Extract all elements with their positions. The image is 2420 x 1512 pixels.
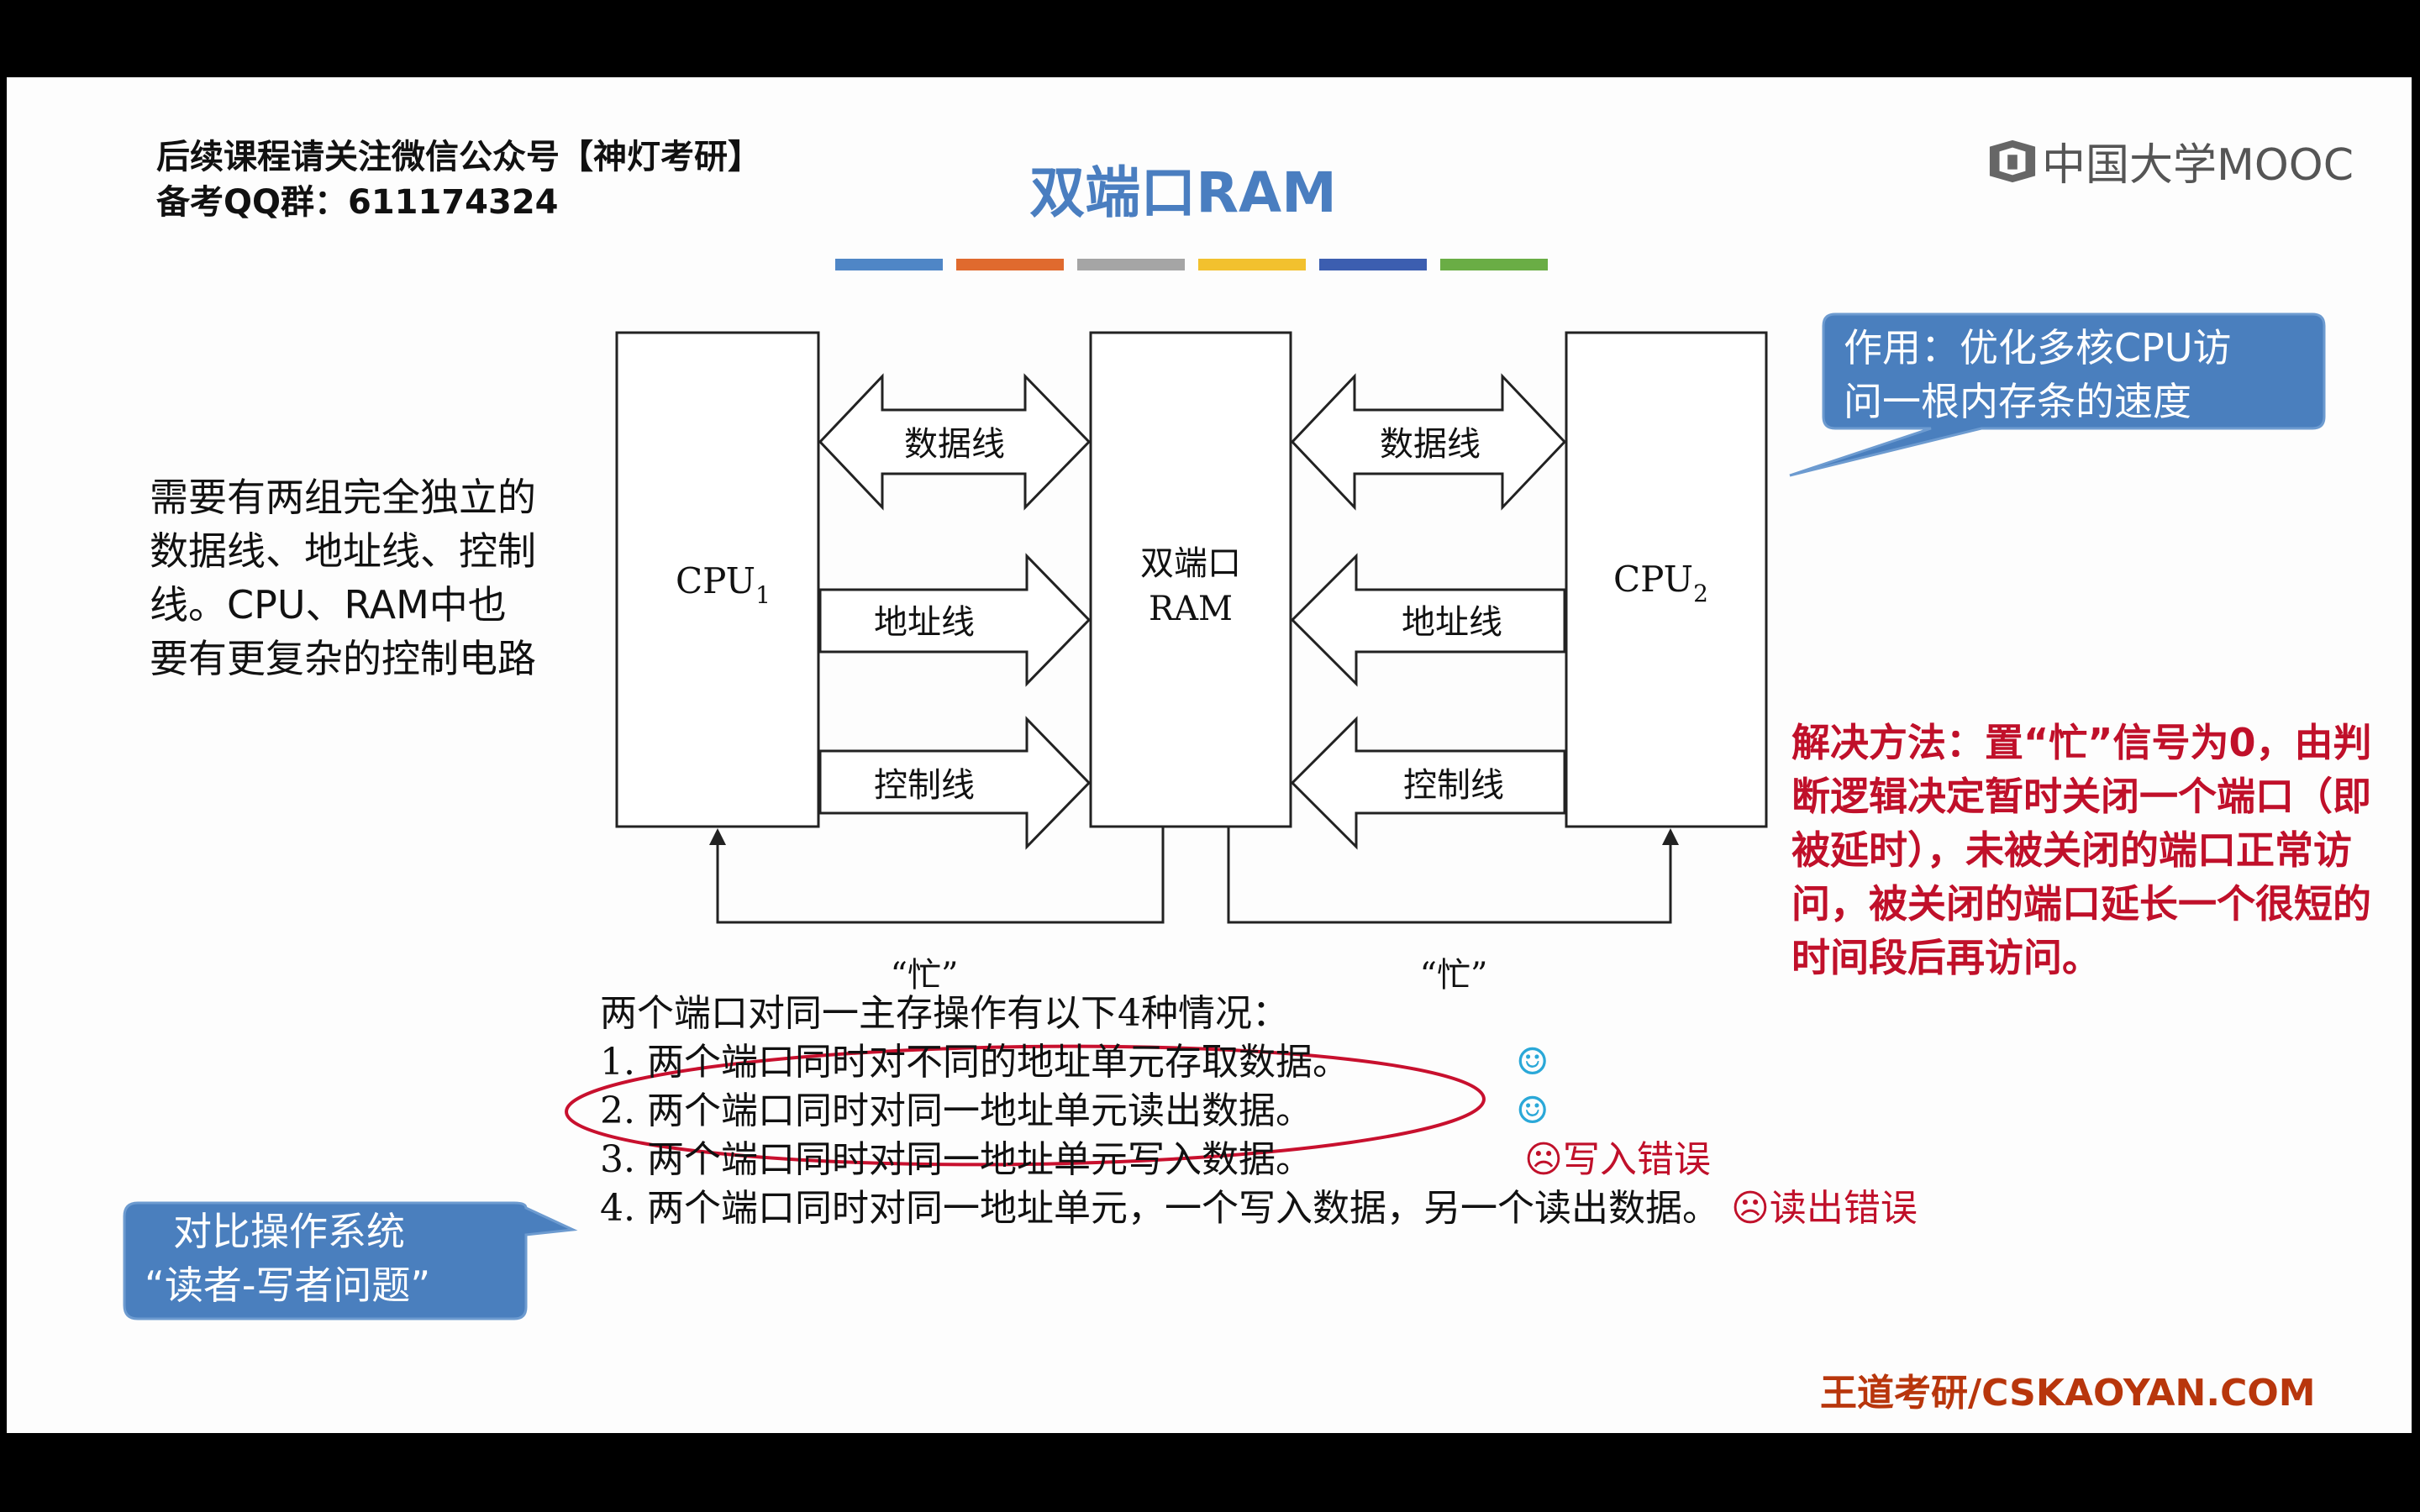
cases-list: 两个端口对同一主存操作有以下4种情况： 1. 两个端口同时对不同的地址单元存取数… [600, 990, 1918, 1233]
busy-line-right [1227, 827, 1672, 924]
busy-arrowhead-right [1662, 828, 1679, 845]
frown-icon: ☹ [1730, 1187, 1770, 1230]
case-2: 2. 两个端口同时对同一地址单元读出数据。 ☺ [600, 1087, 1918, 1136]
smile-icon: ☺ [1516, 1041, 1549, 1084]
left-data-line-label: 数据线 [904, 425, 1005, 464]
case-3: 3. 两个端口同时对同一地址单元写入数据。 ☹写入错误 [600, 1136, 1918, 1184]
read-error-note: ☹读出错误 [1730, 1187, 1918, 1230]
case-1: 1. 两个端口同时对不同的地址单元存取数据。 ☺ [600, 1038, 1918, 1087]
solution-text: 解决方法：置“忙”信号为0，由判断逻辑决定暂时关闭一个端口（即被延时），未被关闭… [1791, 720, 2372, 980]
case-4: 4. 两个端口同时对同一地址单元，一个写入数据，另一个读出数据。 ☹读出错误 [600, 1187, 1918, 1230]
busy-line-left [716, 827, 1165, 924]
right-control-line-label: 控制线 [1403, 766, 1504, 805]
ram-label-line1: 双端口 [1140, 544, 1241, 583]
ram-label-line2: RAM [1149, 590, 1233, 628]
callout-top-line2: 问一根内存条的速度 [1844, 379, 2191, 424]
busy-arrowhead-left [709, 828, 726, 845]
right-address-line-label: 地址线 [1402, 603, 1502, 642]
callout-bottom-line2: “读者-写者问题” [145, 1263, 431, 1308]
frown-icon: ☹ [1524, 1138, 1563, 1181]
right-data-line-label: 数据线 [1380, 425, 1481, 464]
callout-top-line1: 作用：优化多核CPU访 [1844, 325, 2232, 370]
left-address-line-label: 地址线 [874, 603, 975, 642]
left-control-line-label: 控制线 [874, 766, 975, 805]
cases-intro: 两个端口对同一主存操作有以下4种情况： [600, 992, 1289, 1035]
slide: 后续课程请关注微信公众号【神灯考研】 备考QQ群：611174324 双端口RA… [7, 77, 2412, 1433]
callout-bottom-line1: 对比操作系统 [173, 1209, 405, 1254]
write-error-note: ☹写入错误 [1524, 1138, 1711, 1181]
footer-brand: 王道考研/CSKAOYAN.COM [1820, 1372, 2316, 1415]
smile-icon: ☺ [1516, 1089, 1549, 1132]
